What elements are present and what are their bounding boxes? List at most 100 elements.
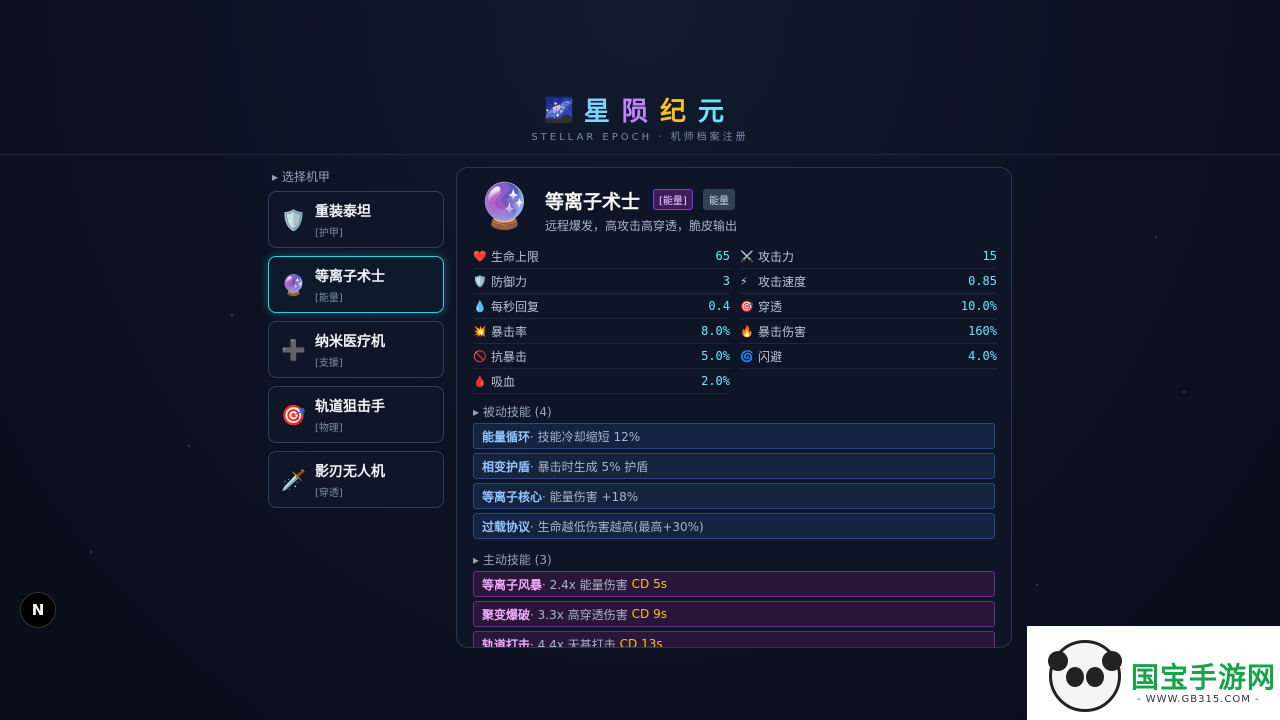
mech-tag: [支援] bbox=[315, 357, 343, 369]
stat-penetration: 🎯 穿透 10.0% bbox=[740, 294, 997, 319]
skill-desc: · 3.3x 高穿透伤害 bbox=[530, 607, 628, 622]
nextjs-dev-button[interactable]: N bbox=[20, 592, 56, 628]
lightning-icon: ⚡ bbox=[740, 274, 748, 288]
watermark-url: - WWW.GB315.COM - bbox=[1137, 694, 1260, 705]
fire-icon: 🔥 bbox=[740, 324, 754, 338]
mech-card-sniper[interactable]: 🎯 轨道狙击手 [物理] bbox=[268, 386, 444, 443]
stat-label: 穿透 bbox=[758, 299, 783, 314]
skill-name: 轨道打击 bbox=[482, 637, 531, 648]
title-char: 元 bbox=[697, 97, 736, 127]
target-icon: 🎯 bbox=[281, 402, 306, 427]
app-title: 星陨纪元 bbox=[584, 91, 736, 128]
active-skill[interactable]: 等离子风暴 · 2.4x 能量伤害 CD 5s bbox=[473, 571, 995, 597]
stat-value: 0.85 bbox=[968, 274, 997, 288]
stat-label: 攻击力 bbox=[758, 249, 795, 264]
mech-tag: [能量] bbox=[315, 292, 343, 304]
mech-name: 轨道狙击手 bbox=[315, 398, 385, 415]
stat-defense: 🛡️ 防御力 3 bbox=[473, 269, 730, 294]
shield-icon: 🛡️ bbox=[281, 207, 306, 232]
skill-desc: · 2.4x 能量伤害 bbox=[542, 577, 628, 592]
crystal-ball-icon: 🔮 bbox=[477, 181, 532, 232]
title-char: 星 bbox=[583, 97, 622, 127]
stat-lifesteal: 🩸 吸血 2.0% bbox=[473, 369, 730, 394]
mech-name: 重装泰坦 bbox=[315, 203, 371, 220]
shield-icon: 🛡️ bbox=[473, 274, 487, 288]
prohibited-icon: 🚫 bbox=[473, 349, 487, 363]
skill-cooldown: CD 9s bbox=[631, 607, 667, 621]
stat-regen: 💧 每秒回复 0.4 bbox=[473, 294, 730, 319]
active-skills-list: 等离子风暴 · 2.4x 能量伤害 CD 5s 聚变爆破 · 3.3x 高穿透伤害… bbox=[473, 571, 995, 648]
active-skill[interactable]: 聚变爆破 · 3.3x 高穿透伤害 CD 9s bbox=[473, 601, 995, 627]
plus-icon: ➕ bbox=[281, 337, 306, 362]
mech-card-titan[interactable]: 🛡️ 重装泰坦 [护甲] bbox=[268, 191, 444, 248]
passive-skill[interactable]: 等离子核心 · 能量伤害 +18% bbox=[473, 483, 995, 509]
stat-label: 每秒回复 bbox=[491, 299, 540, 314]
stat-label: 抗暴击 bbox=[491, 349, 528, 364]
panda-ear bbox=[1102, 651, 1122, 671]
stat-crit-rate: 💥 暴击率 8.0% bbox=[473, 319, 730, 344]
stat-value: 2.0% bbox=[701, 374, 730, 388]
star-dot bbox=[231, 314, 233, 316]
mech-card-medic[interactable]: ➕ 纳米医疗机 [支援] bbox=[268, 321, 444, 378]
stat-value: 3 bbox=[722, 274, 730, 288]
stat-value: 8.0% bbox=[701, 324, 730, 338]
target-icon: 🎯 bbox=[740, 299, 754, 313]
mech-card-drone[interactable]: 🗡️ 影刃无人机 [穿透] bbox=[268, 451, 444, 508]
watermark-text: 国宝手游网 bbox=[1131, 661, 1277, 694]
skill-name: 等离子风暴 bbox=[482, 577, 543, 592]
cyclone-icon: 🌀 bbox=[740, 349, 754, 363]
panda-eye bbox=[1086, 667, 1104, 687]
panda-eye bbox=[1066, 667, 1084, 687]
star-dot bbox=[1036, 584, 1038, 586]
panda-ear bbox=[1048, 651, 1068, 671]
type-badge: [能量] bbox=[653, 189, 693, 210]
header: 🌌 星陨纪元 STELLAR EPOCH · 机师档案注册 bbox=[0, 0, 1280, 155]
skill-name: 等离子核心 bbox=[482, 489, 543, 504]
stat-crit-resist: 🚫 抗暴击 5.0% bbox=[473, 344, 730, 369]
crystal-ball-icon: 🔮 bbox=[281, 272, 306, 297]
stat-label: 吸血 bbox=[491, 374, 516, 389]
mech-tag: [物理] bbox=[315, 422, 343, 434]
skill-name: 能量循环 bbox=[482, 429, 531, 444]
mech-description: 远程爆发，高攻击高穿透，脆皮输出 bbox=[545, 219, 738, 233]
stat-label: 生命上限 bbox=[491, 249, 540, 264]
skill-desc: · 暴击时生成 5% 护盾 bbox=[530, 459, 649, 474]
stat-value: 15 bbox=[982, 249, 997, 263]
skill-desc: · 技能冷却缩短 12% bbox=[530, 429, 641, 444]
skill-name: 相变护盾 bbox=[482, 459, 531, 474]
blood-drop-icon: 🩸 bbox=[473, 374, 487, 388]
title-char: 纪 bbox=[659, 97, 698, 127]
skill-desc: · 4.4x 天基打击 bbox=[530, 637, 616, 648]
passive-skills-label: ▸ 被动技能 (4) bbox=[473, 405, 552, 419]
passive-skill[interactable]: 能量循环 · 技能冷却缩短 12% bbox=[473, 423, 995, 449]
swords-icon: ⚔️ bbox=[740, 249, 754, 263]
stat-label: 暴击伤害 bbox=[758, 324, 807, 339]
skill-desc: · 能量伤害 +18% bbox=[542, 489, 639, 504]
passive-skills-list: 能量循环 · 技能冷却缩短 12% 相变护盾 · 暴击时生成 5% 护盾 等离子… bbox=[473, 423, 995, 543]
stat-label: 暴击率 bbox=[491, 324, 528, 339]
stat-crit-damage: 🔥 暴击伤害 160% bbox=[740, 319, 997, 344]
passive-skill[interactable]: 过载协议 · 生命越低伤害越高(最高+30%) bbox=[473, 513, 995, 539]
passive-skill[interactable]: 相变护盾 · 暴击时生成 5% 护盾 bbox=[473, 453, 995, 479]
mech-name: 等离子术士 bbox=[315, 268, 385, 285]
stat-label: 攻击速度 bbox=[758, 274, 807, 289]
mech-list: 🛡️ 重装泰坦 [护甲] 🔮 等离子术士 [能量] ➕ 纳米医疗机 [支援] 🎯 轨道… bbox=[268, 191, 444, 516]
mech-card-plasma[interactable]: 🔮 等离子术士 [能量] bbox=[268, 256, 444, 313]
stat-value: 65 bbox=[715, 249, 730, 263]
skill-name: 过载协议 bbox=[482, 519, 531, 534]
explosion-icon: 💥 bbox=[473, 324, 487, 338]
star-dot bbox=[188, 445, 190, 447]
watermark: 国宝手游网 - WWW.GB315.COM - bbox=[1027, 626, 1280, 720]
mech-tag: [穿透] bbox=[315, 487, 343, 499]
stat-label: 防御力 bbox=[491, 274, 528, 289]
class-badge: 能量 bbox=[703, 189, 735, 210]
mech-name: 纳米医疗机 bbox=[315, 333, 385, 350]
active-skills-label: ▸ 主动技能 (3) bbox=[473, 553, 552, 567]
stat-attack-speed: ⚡ 攻击速度 0.85 bbox=[740, 269, 997, 294]
skill-name: 聚变爆破 bbox=[482, 607, 531, 622]
droplet-icon: 💧 bbox=[473, 299, 487, 313]
dagger-icon: 🗡️ bbox=[281, 467, 306, 492]
active-skill[interactable]: 轨道打击 · 4.4x 天基打击 CD 13s bbox=[473, 631, 995, 648]
mech-detail-panel: 🔮 等离子术士 [能量] 能量 远程爆发，高攻击高穿透，脆皮输出 ❤️ 生命上限 6… bbox=[456, 167, 1012, 648]
stat-value: 0.4 bbox=[708, 299, 730, 313]
